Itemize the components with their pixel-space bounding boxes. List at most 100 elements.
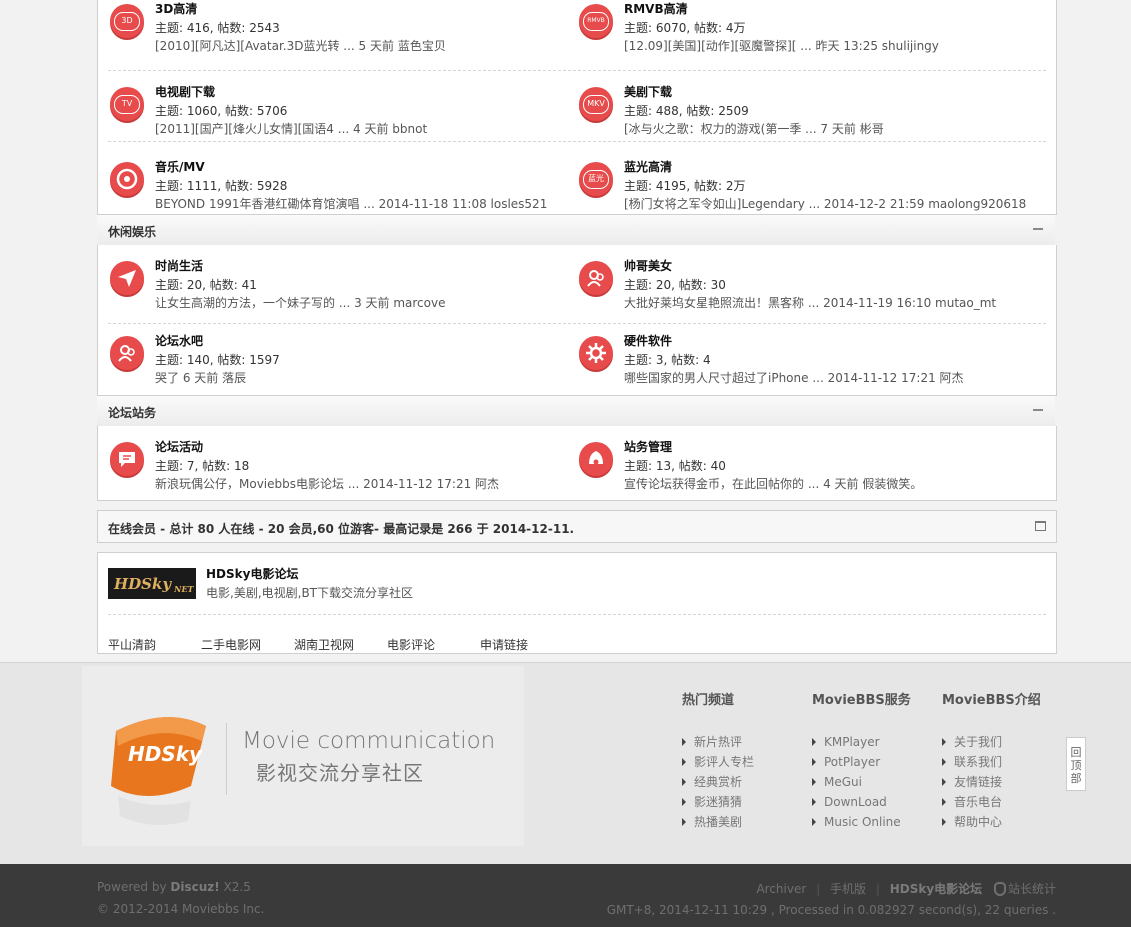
friend-link[interactable]: 电影评论: [387, 636, 435, 653]
forum-row: 3D 3D高清主题: 416, 帖数: 2543 [2010][阿凡达][Avata…: [98, 2, 1056, 75]
divider: [108, 70, 1046, 71]
bottom-nav: Archiver | 手机版 | HDSky电影论坛 站长统计: [756, 880, 1056, 897]
hdsky-logo[interactable]: HDSky NET: [108, 568, 196, 599]
footer-link[interactable]: PotPlayer: [812, 752, 911, 772]
forum-last-post[interactable]: [杨门女将之军令如山]Legendary ... 2014-12-2 21:59…: [624, 195, 1026, 212]
forum-last-post[interactable]: BEYOND 1991年香港红磡体育馆演唱 ... 2014-11-18 11:…: [155, 195, 547, 212]
footer-link[interactable]: 热播美剧: [682, 812, 754, 832]
forum-stats: 主题: 13, 帖数: 40: [624, 459, 726, 473]
friend-link-title[interactable]: HDSky电影论坛: [206, 565, 298, 582]
back-to-top-button[interactable]: 回顶部: [1066, 737, 1086, 791]
forum-name[interactable]: 美剧下载: [624, 83, 672, 100]
forum-name[interactable]: 蓝光高清: [624, 158, 672, 175]
forum-name[interactable]: 论坛活动: [155, 438, 203, 455]
forum-stats: 主题: 6070, 帖数: 4万: [624, 21, 746, 35]
forum-item[interactable]: 3D 3D高清主题: 416, 帖数: 2543 [2010][阿凡达][Avata…: [98, 2, 568, 79]
footer-link[interactable]: 帮助中心: [942, 812, 1041, 832]
users-icon[interactable]: [579, 261, 613, 295]
forum-item[interactable]: TV 电视剧下载主题: 1060, 帖数: 5706 [2011][国产][烽火儿女…: [98, 83, 568, 158]
forum-name[interactable]: 硬件软件: [624, 332, 672, 349]
online-members-text: 在线会员 - 总计 80 人在线 - 20 会员,60 位游客- 最高记录是 2…: [108, 522, 575, 536]
forum-last-post[interactable]: [2011][国产][烽火儿女情][国语4 ... 4 天前 bbnot: [155, 120, 427, 137]
forum-item[interactable]: MKV 美剧下载主题: 488, 帖数: 2509 [冰与火之歌：权力的游戏(第一季…: [567, 83, 1037, 158]
collapse-icon[interactable]: [1033, 409, 1043, 411]
category-header-admin[interactable]: 论坛站务: [97, 395, 1055, 427]
bluray-icon[interactable]: 蓝光: [579, 162, 613, 196]
slogan-cn: 影视交流分享社区: [256, 761, 424, 785]
footer-link[interactable]: 新片热评: [682, 732, 754, 752]
forum-last-post[interactable]: 哭了 6 天前 落辰: [155, 369, 246, 386]
divider-vertical: [226, 723, 227, 795]
category-header-leisure[interactable]: 休闲娱乐: [97, 214, 1055, 246]
gear-icon[interactable]: [579, 336, 613, 370]
forum-stats: 主题: 488, 帖数: 2509: [624, 104, 749, 118]
collapse-icon[interactable]: [1033, 228, 1043, 230]
friend-link[interactable]: 二手电影网: [201, 636, 261, 653]
forum-name[interactable]: 站务管理: [624, 438, 672, 455]
3d-icon[interactable]: 3D: [110, 4, 144, 38]
forum-last-post[interactable]: 宣传论坛获得金币，在此回帖你的 ... 4 天前 假装微笑。: [624, 475, 922, 492]
footer-link[interactable]: 经典赏析: [682, 772, 754, 792]
forum-name[interactable]: 3D高清: [155, 0, 197, 17]
footer-link[interactable]: Music Online: [812, 812, 911, 832]
forum-stats: 主题: 140, 帖数: 1597: [155, 353, 280, 367]
forum-name[interactable]: 电视剧下载: [155, 83, 215, 100]
forum-stats: 主题: 1060, 帖数: 5706: [155, 104, 288, 118]
friend-links-panel: HDSky NET HDSky电影论坛 电影,美剧,电视剧,BT下载交流分享社区 …: [97, 552, 1057, 654]
forum-last-post[interactable]: [冰与火之歌：权力的游戏(第一季 ... 7 天前 彬哥: [624, 120, 884, 137]
paper-plane-icon[interactable]: [110, 261, 144, 295]
discuz-link[interactable]: Discuz!: [170, 880, 219, 894]
category-title: 休闲娱乐: [108, 225, 157, 239]
forum-item[interactable]: 站务管理主题: 13, 帖数: 40 宣传论坛获得金币，在此回帖你的 ... 4 …: [567, 438, 1037, 513]
online-members-bar[interactable]: 在线会员 - 总计 80 人在线 - 20 会员,60 位游客- 最高记录是 2…: [97, 510, 1057, 543]
forum-item[interactable]: RMVB RMVB高清主题: 6070, 帖数: 4万 [12.09][美国][动作…: [567, 2, 1037, 79]
footer-bottom-bar: Powered by Discuz! X2.5 © 2012-2014 Movi…: [0, 864, 1131, 927]
forum-name[interactable]: 音乐/MV: [155, 158, 205, 175]
apply-link[interactable]: 申请链接: [480, 636, 528, 653]
footer-col-heading: MovieBBS服务: [812, 693, 911, 708]
footer-brand: HDSky Movie communication 影视交流分享社区: [82, 666, 524, 846]
mkv-icon[interactable]: MKV: [579, 87, 613, 121]
forum-last-post[interactable]: [12.09][美国][动作][驱魔警探][ ... 昨天 13:25 shul…: [624, 37, 939, 54]
friend-link-desc: 电影,美剧,电视剧,BT下载交流分享社区: [206, 586, 414, 600]
music-disc-icon[interactable]: [110, 162, 144, 196]
forum-stats: 主题: 4195, 帖数: 2万: [624, 179, 746, 193]
friend-link[interactable]: 湖南卫视网: [294, 636, 354, 653]
rmvb-icon[interactable]: RMVB: [579, 4, 613, 38]
forum-last-post[interactable]: 新浪玩偶公仔，Moviebbs电影论坛 ... 2014-11-12 17:21…: [155, 475, 499, 492]
copyright: © 2012-2014 Moviebbs Inc.: [97, 902, 265, 916]
forum-item[interactable]: 时尚生活 主题: 20, 帖数: 41 让女生高潮的方法，一个妹子写的 ... 3 …: [98, 257, 568, 332]
site-home-link[interactable]: HDSky电影论坛: [890, 882, 982, 896]
users-icon[interactable]: [110, 336, 144, 370]
forum-last-post[interactable]: 让女生高潮的方法，一个妹子写的 ... 3 天前 marcove: [155, 294, 445, 311]
chat-icon[interactable]: [110, 442, 144, 476]
footer-link[interactable]: 影迷猜猜: [682, 792, 754, 812]
footer-link[interactable]: 影评人专栏: [682, 752, 754, 772]
footer-link[interactable]: 关于我们: [942, 732, 1041, 752]
forum-name[interactable]: RMVB高清: [624, 0, 688, 17]
friend-link[interactable]: 平山清韵: [108, 636, 156, 653]
footer-link[interactable]: 友情链接: [942, 772, 1041, 792]
forum-item[interactable]: 帅哥美女 主题: 20, 帖数: 30 大批好莱坞女星艳照流出！黑客称 ... 20…: [567, 257, 1037, 332]
expand-icon[interactable]: [1035, 521, 1046, 531]
divider: [108, 323, 1046, 324]
forum-stats: 主题: 416, 帖数: 2543: [155, 21, 280, 35]
footer-link[interactable]: 联系我们: [942, 752, 1041, 772]
forum-item[interactable]: 论坛活动 主题: 7, 帖数: 18 新浪玩偶公仔，Moviebbs电影论坛 ...…: [98, 438, 568, 513]
forum-name[interactable]: 帅哥美女: [624, 257, 672, 274]
footer-link[interactable]: KMPlayer: [812, 732, 911, 752]
site-stats-link[interactable]: 站长统计: [1008, 882, 1056, 896]
bell-icon[interactable]: [579, 442, 613, 476]
footer-link[interactable]: DownLoad: [812, 792, 911, 812]
forum-last-post[interactable]: [2010][阿凡达][Avatar.3D蓝光转 ... 5 天前 蓝色宝贝: [155, 37, 446, 54]
forum-name[interactable]: 论坛水吧: [155, 332, 203, 349]
archiver-link[interactable]: Archiver: [756, 882, 806, 896]
forum-last-post[interactable]: 哪些国家的男人尺寸超过了iPhone ... 2014-11-12 17:21 …: [624, 369, 964, 386]
forum-name[interactable]: 时尚生活: [155, 257, 203, 274]
divider: [108, 141, 1046, 142]
mobile-link[interactable]: 手机版: [830, 882, 866, 896]
footer-link[interactable]: 音乐电台: [942, 792, 1041, 812]
footer-link[interactable]: MeGui: [812, 772, 911, 792]
tv-icon[interactable]: TV: [110, 87, 144, 121]
forum-last-post[interactable]: 大批好莱坞女星艳照流出！黑客称 ... 2014-11-19 16:10 mut…: [624, 294, 996, 311]
